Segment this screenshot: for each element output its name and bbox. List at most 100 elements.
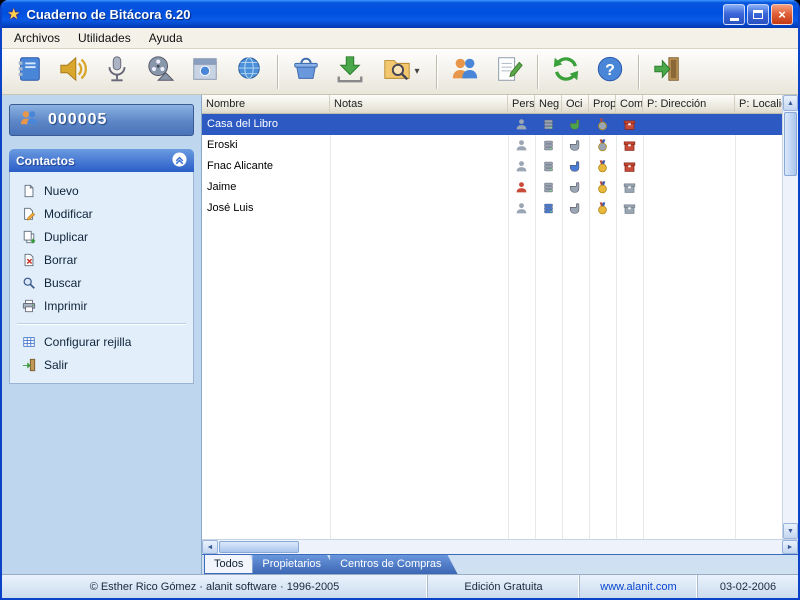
tab-propietarios[interactable]: Propietarios <box>252 555 337 574</box>
grid-wrap: Nombre Notas Pers Neg Oci Prop Com P: Dirección… <box>202 95 798 539</box>
import-button[interactable] <box>329 52 371 92</box>
scroll-left-icon[interactable]: ◄ <box>202 540 218 554</box>
action-imprimir[interactable]: Imprimir <box>14 294 189 317</box>
database-icon <box>535 114 562 135</box>
video-icon <box>146 54 176 89</box>
action-nuevo[interactable]: Nuevo <box>14 179 189 202</box>
sounds-icon <box>58 54 88 89</box>
exit-icon <box>652 54 682 89</box>
copy-icon <box>21 230 36 244</box>
action-modificar[interactable]: Modificar <box>14 202 189 225</box>
svg-text:?: ? <box>605 62 615 79</box>
record-banner: 000005 <box>9 104 194 136</box>
maximize-icon <box>753 9 763 19</box>
hand-icon <box>562 198 589 219</box>
table-row-eroski[interactable]: Eroski <box>202 135 782 156</box>
cell-nombre: Casa del Libro <box>207 118 278 130</box>
import-icon <box>335 54 365 89</box>
main-area: 000005 Contactos Nuevo Modificar Duplicar B… <box>2 95 798 574</box>
contacts-banner-icon <box>19 108 39 133</box>
cell-direccion <box>643 114 735 135</box>
website-link[interactable]: www.alanit.com <box>580 575 698 598</box>
cell-direccion <box>643 135 735 156</box>
medal-icon <box>589 114 616 135</box>
vertical-scrollbar[interactable]: ▲ ▼ <box>782 95 798 539</box>
contacts-section-header[interactable]: Contactos <box>9 149 194 172</box>
horizontal-scrollbar[interactable]: ◄ ► <box>202 539 798 554</box>
minimize-button[interactable] <box>723 3 745 25</box>
medal-icon <box>589 177 616 198</box>
sounds-button[interactable] <box>52 52 94 92</box>
software-button[interactable] <box>184 52 226 92</box>
print-icon <box>21 299 36 313</box>
exit-button[interactable] <box>646 52 688 92</box>
table-row-jose-luis[interactable]: José Luis <box>202 198 782 219</box>
basket-button[interactable] <box>285 52 327 92</box>
action-duplicar[interactable]: Duplicar <box>14 225 189 248</box>
toolbar: ▾? <box>2 49 798 95</box>
menu-ayuda[interactable]: Ayuda <box>141 29 191 47</box>
collapse-icon[interactable] <box>172 151 187 170</box>
cell-localidad <box>735 177 782 198</box>
vertical-scroll-thumb[interactable] <box>784 112 797 176</box>
horizontal-scroll-thumb[interactable] <box>219 541 299 553</box>
column-header-oci[interactable]: Oci <box>562 95 589 113</box>
column-header-prop[interactable]: Prop <box>589 95 616 113</box>
search-icon <box>21 276 36 290</box>
action-configurar-rejilla[interactable]: Configurar rejilla <box>14 330 189 353</box>
web-icon <box>234 54 264 89</box>
column-header-nombre[interactable]: Nombre <box>202 95 330 113</box>
action-salir[interactable]: Salir <box>14 353 189 376</box>
scroll-down-icon[interactable]: ▼ <box>783 523 798 539</box>
column-header-p-localidad[interactable]: P: Localidad <box>735 95 782 113</box>
maximize-button[interactable] <box>747 3 769 25</box>
cell-localidad <box>735 156 782 177</box>
contacts-grid: Nombre Notas Pers Neg Oci Prop Com P: Dirección… <box>202 95 782 539</box>
search-files-button[interactable]: ▾ <box>373 52 429 92</box>
toolbar-separator <box>537 54 538 89</box>
menu-archivos[interactable]: Archivos <box>6 29 68 47</box>
diary-icon <box>14 54 44 89</box>
record-button[interactable] <box>96 52 138 92</box>
web-button[interactable] <box>228 52 270 92</box>
contacts-button[interactable] <box>444 52 486 92</box>
scroll-right-icon[interactable]: ► <box>782 540 798 554</box>
tab-todos[interactable]: Todos <box>204 555 259 574</box>
table-row-casa-del-libro[interactable]: Casa del Libro <box>202 114 782 135</box>
close-button[interactable]: × <box>771 3 793 25</box>
table-row-jaime[interactable]: Jaime <box>202 177 782 198</box>
menu-utilidades[interactable]: Utilidades <box>70 29 139 47</box>
column-header-com[interactable]: Com <box>616 95 643 113</box>
toolbar-separator <box>277 54 278 89</box>
dropdown-arrow-icon[interactable]: ▾ <box>414 66 419 77</box>
column-header-pers[interactable]: Pers <box>508 95 535 113</box>
help-button[interactable]: ? <box>589 52 631 92</box>
cell-notas <box>330 135 508 156</box>
horizontal-scroll-track[interactable] <box>300 540 782 554</box>
vertical-scroll-track[interactable] <box>783 177 798 523</box>
column-header-p-direccion[interactable]: P: Dirección <box>643 95 735 113</box>
notes-button[interactable] <box>488 52 530 92</box>
column-header-notas[interactable]: Notas <box>330 95 508 113</box>
refresh-button[interactable] <box>545 52 587 92</box>
app-icon: ★ <box>7 6 21 23</box>
table-row-fnac-alicante[interactable]: Fnac Alicante <box>202 156 782 177</box>
diary-button[interactable] <box>8 52 50 92</box>
database-icon <box>535 156 562 177</box>
scroll-up-icon[interactable]: ▲ <box>783 95 798 111</box>
action-borrar[interactable]: Borrar <box>14 248 189 271</box>
video-button[interactable] <box>140 52 182 92</box>
cell-localidad <box>735 135 782 156</box>
copyright-text: © Esther Rico Gómez · alanit software · … <box>2 575 428 598</box>
action-label: Duplicar <box>44 229 89 244</box>
cell-localidad <box>735 114 782 135</box>
action-buscar[interactable]: Buscar <box>14 271 189 294</box>
person-icon <box>508 177 535 198</box>
hand-icon <box>562 114 589 135</box>
column-header-neg[interactable]: Neg <box>535 95 562 113</box>
minimize-icon <box>729 17 739 21</box>
database-icon <box>535 177 562 198</box>
software-icon <box>190 54 220 89</box>
tab-centros-de-compras[interactable]: Centros de Compras <box>330 555 458 574</box>
action-label: Nuevo <box>44 183 79 198</box>
